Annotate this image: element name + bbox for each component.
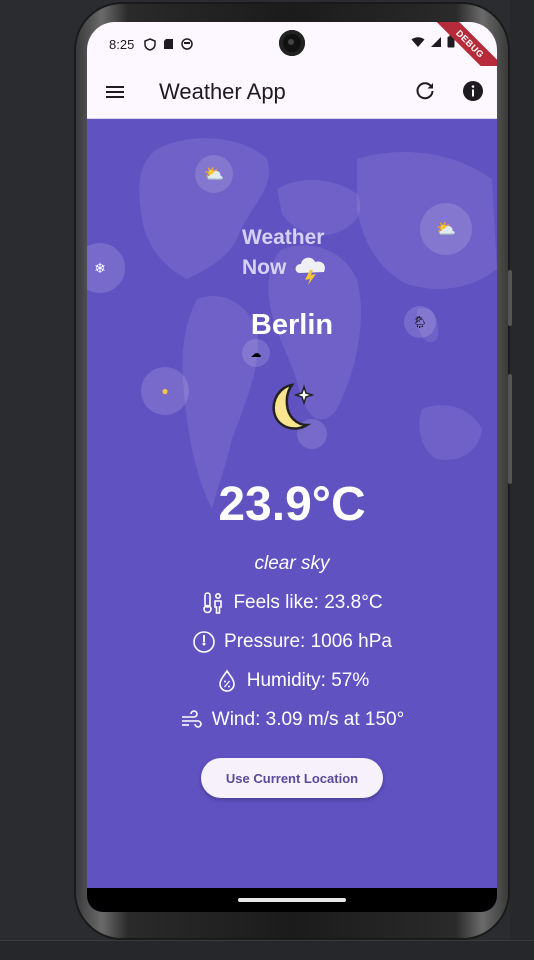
city-name: Berlin: [250, 309, 334, 341]
feels-like-text: Feels like: 23.8°C: [233, 592, 383, 613]
logo-line2: Now: [242, 256, 287, 279]
humidity-drop-icon: [218, 669, 235, 692]
logo-line1: Weather: [242, 226, 325, 249]
info-icon[interactable]: [461, 79, 485, 103]
sun-icon: ●: [141, 367, 189, 415]
power-button: [508, 270, 512, 326]
main-content: ⛅ ⛅ ❄ 🌦 ☁ ● Weather Now Berlin 23.9°C cl…: [87, 119, 497, 888]
home-indicator[interactable]: [238, 898, 346, 902]
signal-icon: [431, 36, 441, 47]
moon-clear-night-icon: [272, 383, 315, 430]
phone-screen: 8:25 DEBUG Weather App ⛅ ⛅ ❄ 🌦 ☁ ● Weath…: [87, 22, 497, 912]
status-bar: 8:25: [87, 22, 497, 66]
partly-cloudy-icon: ⛅: [420, 203, 472, 255]
status-icons: [144, 37, 194, 51]
storm-cloud-icon: [295, 257, 326, 285]
app-title: Weather App: [159, 79, 286, 104]
menu-icon[interactable]: [103, 80, 127, 104]
humidity-row: Humidity: 57%: [87, 669, 497, 693]
wind-text: Wind: 3.09 m/s at 150°: [211, 709, 405, 730]
refresh-icon[interactable]: [413, 79, 437, 103]
temperature: 23.9°C: [218, 478, 366, 531]
thermometer-person-icon: [203, 592, 223, 614]
status-time: 8:25: [109, 36, 135, 52]
shield-icon: [144, 37, 157, 51]
pressure-gauge-icon: [193, 631, 215, 653]
wifi-icon: [411, 36, 425, 47]
status-right-icons: [411, 35, 455, 48]
wind-icon: [181, 710, 202, 728]
app-bar: Weather App: [87, 66, 497, 119]
wind-row: Wind: 3.09 m/s at 150°: [87, 708, 497, 732]
gesture-nav-bar: [87, 888, 497, 912]
feels-like-row: Feels like: 23.8°C: [87, 591, 497, 615]
use-current-location-button[interactable]: Use Current Location: [201, 758, 383, 798]
weather-description: clear sky: [254, 553, 330, 574]
front-camera: [279, 30, 305, 56]
volume-button: [508, 374, 512, 484]
window-edge: [510, 0, 534, 940]
weather-now-logo: Weather Now: [242, 225, 330, 285]
cloudy-sun-icon: ⛅: [195, 155, 233, 193]
pressure-text: Pressure: 1006 hPa: [224, 631, 392, 652]
sd-card-icon: [164, 39, 174, 49]
face-icon: [181, 38, 194, 50]
cloud-icon: ☁: [242, 339, 270, 367]
host-bottom-bar: [0, 940, 534, 960]
humidity-text: Humidity: 57%: [246, 670, 370, 691]
pressure-row: Pressure: 1006 hPa: [87, 630, 497, 654]
